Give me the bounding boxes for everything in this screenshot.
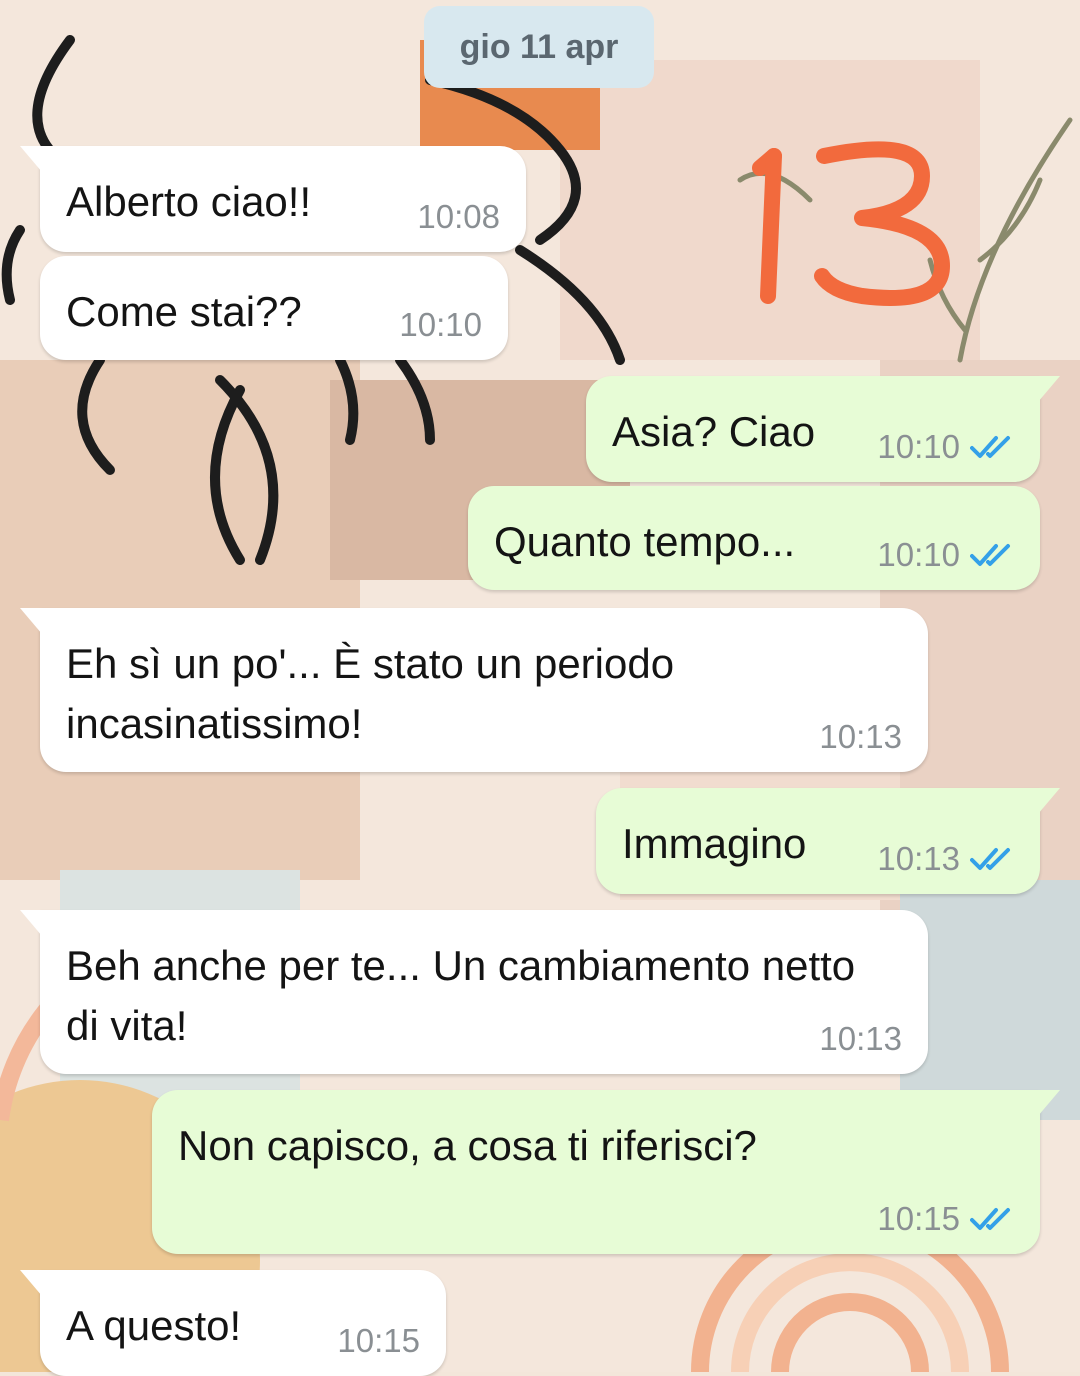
message-text: Non capisco, a cosa ti riferisci?	[178, 1122, 757, 1169]
message-bubble-incoming[interactable]: Eh sì un po'... È stato un periodo incas…	[20, 608, 928, 772]
message-bubble-incoming[interactable]: Alberto ciao!! 10:08	[20, 146, 526, 252]
message-time: 10:15	[337, 1322, 420, 1359]
message-time: 10:10	[877, 428, 960, 465]
message-bubble-outgoing[interactable]: Quanto tempo... 10:10	[468, 486, 1040, 590]
message-text: Beh anche per te... Un cambiamento netto…	[66, 942, 867, 1049]
message-time: 10:13	[877, 840, 960, 877]
message-bubble-incoming[interactable]: Beh anche per te... Un cambiamento netto…	[20, 910, 928, 1074]
number-13-sticker	[752, 141, 950, 306]
message-bubble-incoming[interactable]: Come stai?? 10:10	[40, 256, 508, 360]
message-text: Eh sì un po'... È stato un periodo incas…	[66, 640, 686, 747]
message-time: 10:10	[877, 536, 960, 573]
message-time: 10:15	[877, 1200, 960, 1237]
message-time: 10:08	[417, 198, 500, 235]
message-bubble-outgoing[interactable]: Immagino 10:13	[596, 788, 1060, 894]
message-time: 10:13	[819, 718, 902, 755]
message-bubble-incoming[interactable]: A questo! 10:15	[20, 1270, 446, 1376]
message-time: 10:13	[819, 1020, 902, 1057]
message-bubble-outgoing[interactable]: Asia? Ciao 10:10	[586, 376, 1060, 482]
double-check-read-icon	[970, 1208, 1010, 1230]
double-check-read-icon	[970, 848, 1010, 870]
double-check-read-icon	[970, 544, 1010, 566]
message-bubble-outgoing[interactable]: Non capisco, a cosa ti riferisci? 10:15	[152, 1090, 1060, 1254]
double-check-read-icon	[970, 436, 1010, 458]
date-separator: gio 11 apr	[424, 6, 654, 88]
message-time: 10:10	[399, 306, 482, 343]
